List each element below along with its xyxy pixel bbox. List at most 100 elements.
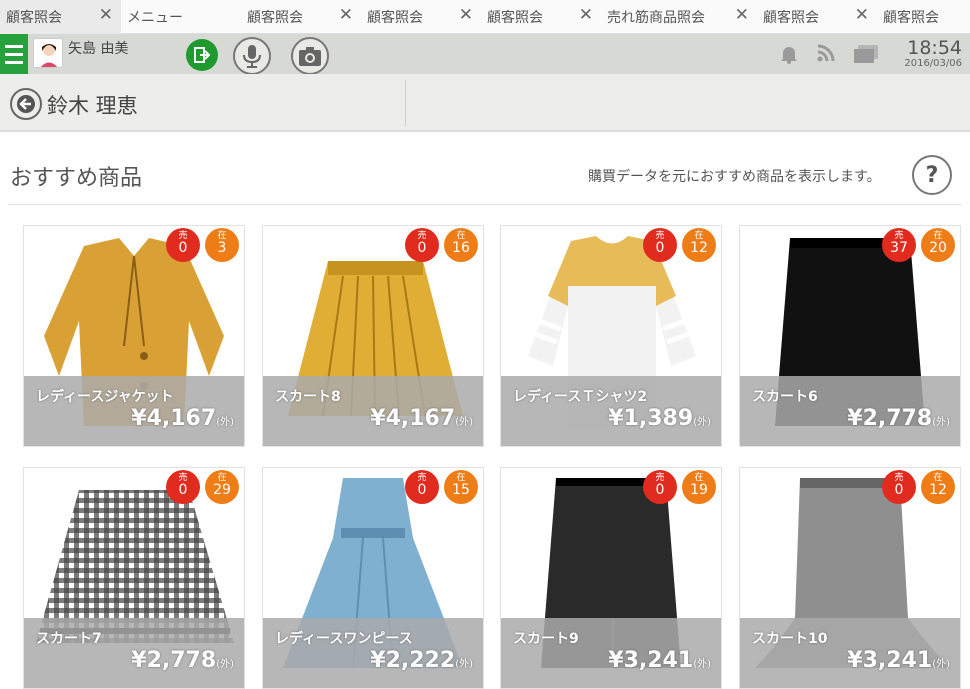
- product-price: ¥2,778(外): [131, 648, 234, 673]
- product-name: スカート7: [36, 631, 102, 647]
- tab[interactable]: 顧客照会 ✕: [481, 0, 601, 34]
- product-card[interactable]: 売 0 在 29 スカート7 ¥2,778(外): [23, 467, 245, 689]
- hamburger-menu-icon[interactable]: [0, 34, 28, 74]
- stock-count: 12: [690, 240, 708, 256]
- barcode-camera-icon[interactable]: [291, 37, 329, 75]
- sold-count: 0: [894, 482, 904, 498]
- logout-icon[interactable]: [186, 39, 218, 71]
- tab[interactable]: 顧客照会: [877, 0, 970, 34]
- product-card[interactable]: 売 0 在 12 レディースＴシャツ2 ¥1,389(外): [500, 225, 722, 447]
- sold-count: 0: [178, 240, 188, 256]
- tab-label: メニュー: [127, 10, 183, 26]
- product-price: ¥4,167(外): [131, 406, 234, 431]
- product-name: スカート10: [752, 631, 828, 647]
- price-value: ¥4,167: [131, 406, 217, 431]
- price-value: ¥2,778: [131, 648, 217, 673]
- stock-count: 15: [452, 482, 470, 498]
- stock-count-badge: 在 29: [205, 470, 239, 504]
- stock-count-badge: 在 12: [921, 470, 955, 504]
- tax-label: (外): [455, 417, 473, 428]
- product-card[interactable]: 売 0 在 12 スカート10 ¥3,241(外): [739, 467, 961, 689]
- tax-label: (外): [932, 417, 950, 428]
- tab-label: 売れ筋商品照会: [607, 10, 705, 26]
- product-info: レディースＴシャツ2 ¥1,389(外): [501, 376, 721, 446]
- close-icon[interactable]: ✕: [99, 7, 113, 24]
- tab-label: 顧客照会: [883, 10, 939, 26]
- product-price: ¥3,241(外): [847, 648, 950, 673]
- product-info: レディースジャケット ¥4,167(外): [24, 376, 244, 446]
- close-icon[interactable]: ✕: [339, 7, 353, 24]
- stock-count: 20: [929, 240, 947, 256]
- stock-count-badge: 在 20: [921, 228, 955, 262]
- help-icon[interactable]: ?: [912, 155, 952, 195]
- back-arrow-icon[interactable]: [10, 88, 42, 120]
- tab-label: 顧客照会: [487, 10, 543, 26]
- product-card[interactable]: 売 0 在 15 レディースワンピース ¥2,222(外): [262, 467, 484, 689]
- tax-label: (外): [455, 659, 473, 670]
- close-icon[interactable]: ✕: [735, 7, 749, 24]
- section-title: おすすめ商品: [10, 166, 143, 191]
- tab[interactable]: 顧客照会 ✕: [757, 0, 877, 34]
- price-value: ¥2,222: [370, 648, 456, 673]
- sold-count-badge: 売 37: [882, 228, 916, 262]
- customer-header: 鈴木 理恵: [0, 74, 970, 132]
- tab-label: 顧客照会: [6, 10, 62, 26]
- product-price: ¥1,389(外): [608, 406, 711, 431]
- product-info: レディースワンピース ¥2,222(外): [263, 618, 483, 688]
- message-icon[interactable]: [853, 44, 879, 68]
- tax-label: (外): [693, 417, 711, 428]
- rss-icon[interactable]: [817, 44, 835, 66]
- sold-count: 0: [178, 482, 188, 498]
- stock-count: 12: [929, 482, 947, 498]
- sold-count-badge: 売0: [643, 470, 677, 504]
- sold-count-badge: 売0: [166, 228, 200, 262]
- tab[interactable]: 顧客照会 ✕: [361, 0, 481, 34]
- section-description: 購買データを元におすすめ商品を表示します。: [588, 169, 881, 185]
- tab-label: 顧客照会: [763, 10, 819, 26]
- product-name: スカート9: [513, 631, 579, 647]
- product-price: ¥2,222(外): [370, 648, 473, 673]
- divider: [405, 80, 406, 126]
- product-info: スカート9 ¥3,241(外): [501, 618, 721, 688]
- tab[interactable]: メニュー: [121, 0, 241, 34]
- sold-count: 0: [655, 482, 665, 498]
- clock-date: 2016/03/06: [904, 58, 962, 69]
- sold-count-badge: 売0: [166, 470, 200, 504]
- price-value: ¥3,241: [608, 648, 694, 673]
- close-icon[interactable]: ✕: [855, 7, 869, 24]
- product-card[interactable]: 売 37 在 20 スカート6 ¥2,778(外): [739, 225, 961, 447]
- close-icon[interactable]: ✕: [459, 7, 473, 24]
- divider: [8, 204, 962, 205]
- sold-count-badge: 売0: [405, 228, 439, 262]
- sold-count-badge: 売0: [882, 470, 916, 504]
- tax-label: (外): [216, 417, 234, 428]
- user-name: 矢島 由美: [68, 41, 129, 57]
- stock-count-badge: 在3: [205, 228, 239, 262]
- product-price: ¥4,167(外): [370, 406, 473, 431]
- tab[interactable]: 売れ筋商品照会 ✕: [601, 0, 757, 34]
- stock-count: 29: [213, 482, 231, 498]
- price-value: ¥3,241: [847, 648, 933, 673]
- product-name: レディースワンピース: [275, 631, 413, 647]
- product-price: ¥3,241(外): [608, 648, 711, 673]
- product-name: レディースＴシャツ2: [513, 389, 648, 405]
- customer-name: 鈴木 理恵: [47, 94, 138, 118]
- clock: 18:54 2016/03/06: [904, 38, 962, 69]
- product-info: スカート10 ¥3,241(外): [740, 618, 960, 688]
- close-icon[interactable]: ✕: [579, 7, 593, 24]
- tax-label: (外): [693, 659, 711, 670]
- stock-count-badge: 在 12: [682, 228, 716, 262]
- bell-icon[interactable]: [780, 44, 798, 68]
- tab-bar: 顧客照会 ✕ メニュー 顧客照会 ✕ 顧客照会 ✕ 顧客照会 ✕ 売れ筋商品照会 ✕ 顧客照会 ✕ 顧客照…: [0, 0, 970, 34]
- microphone-icon[interactable]: [233, 37, 271, 75]
- tab[interactable]: 顧客照会 ✕: [0, 0, 121, 34]
- product-name: スカート8: [275, 389, 341, 405]
- product-card[interactable]: 売 0 在 19 スカート9 ¥3,241(外): [500, 467, 722, 689]
- product-card[interactable]: 売 0 在 16 スカート8 ¥4,167(外): [262, 225, 484, 447]
- sold-count-badge: 売0: [643, 228, 677, 262]
- product-card[interactable]: 売 0 在 3 レディースジャケット ¥4,167(外): [23, 225, 245, 447]
- stock-count-badge: 在 16: [444, 228, 478, 262]
- tab[interactable]: 顧客照会 ✕: [241, 0, 361, 34]
- clock-time: 18:54: [907, 37, 962, 59]
- product-name: スカート6: [752, 389, 818, 405]
